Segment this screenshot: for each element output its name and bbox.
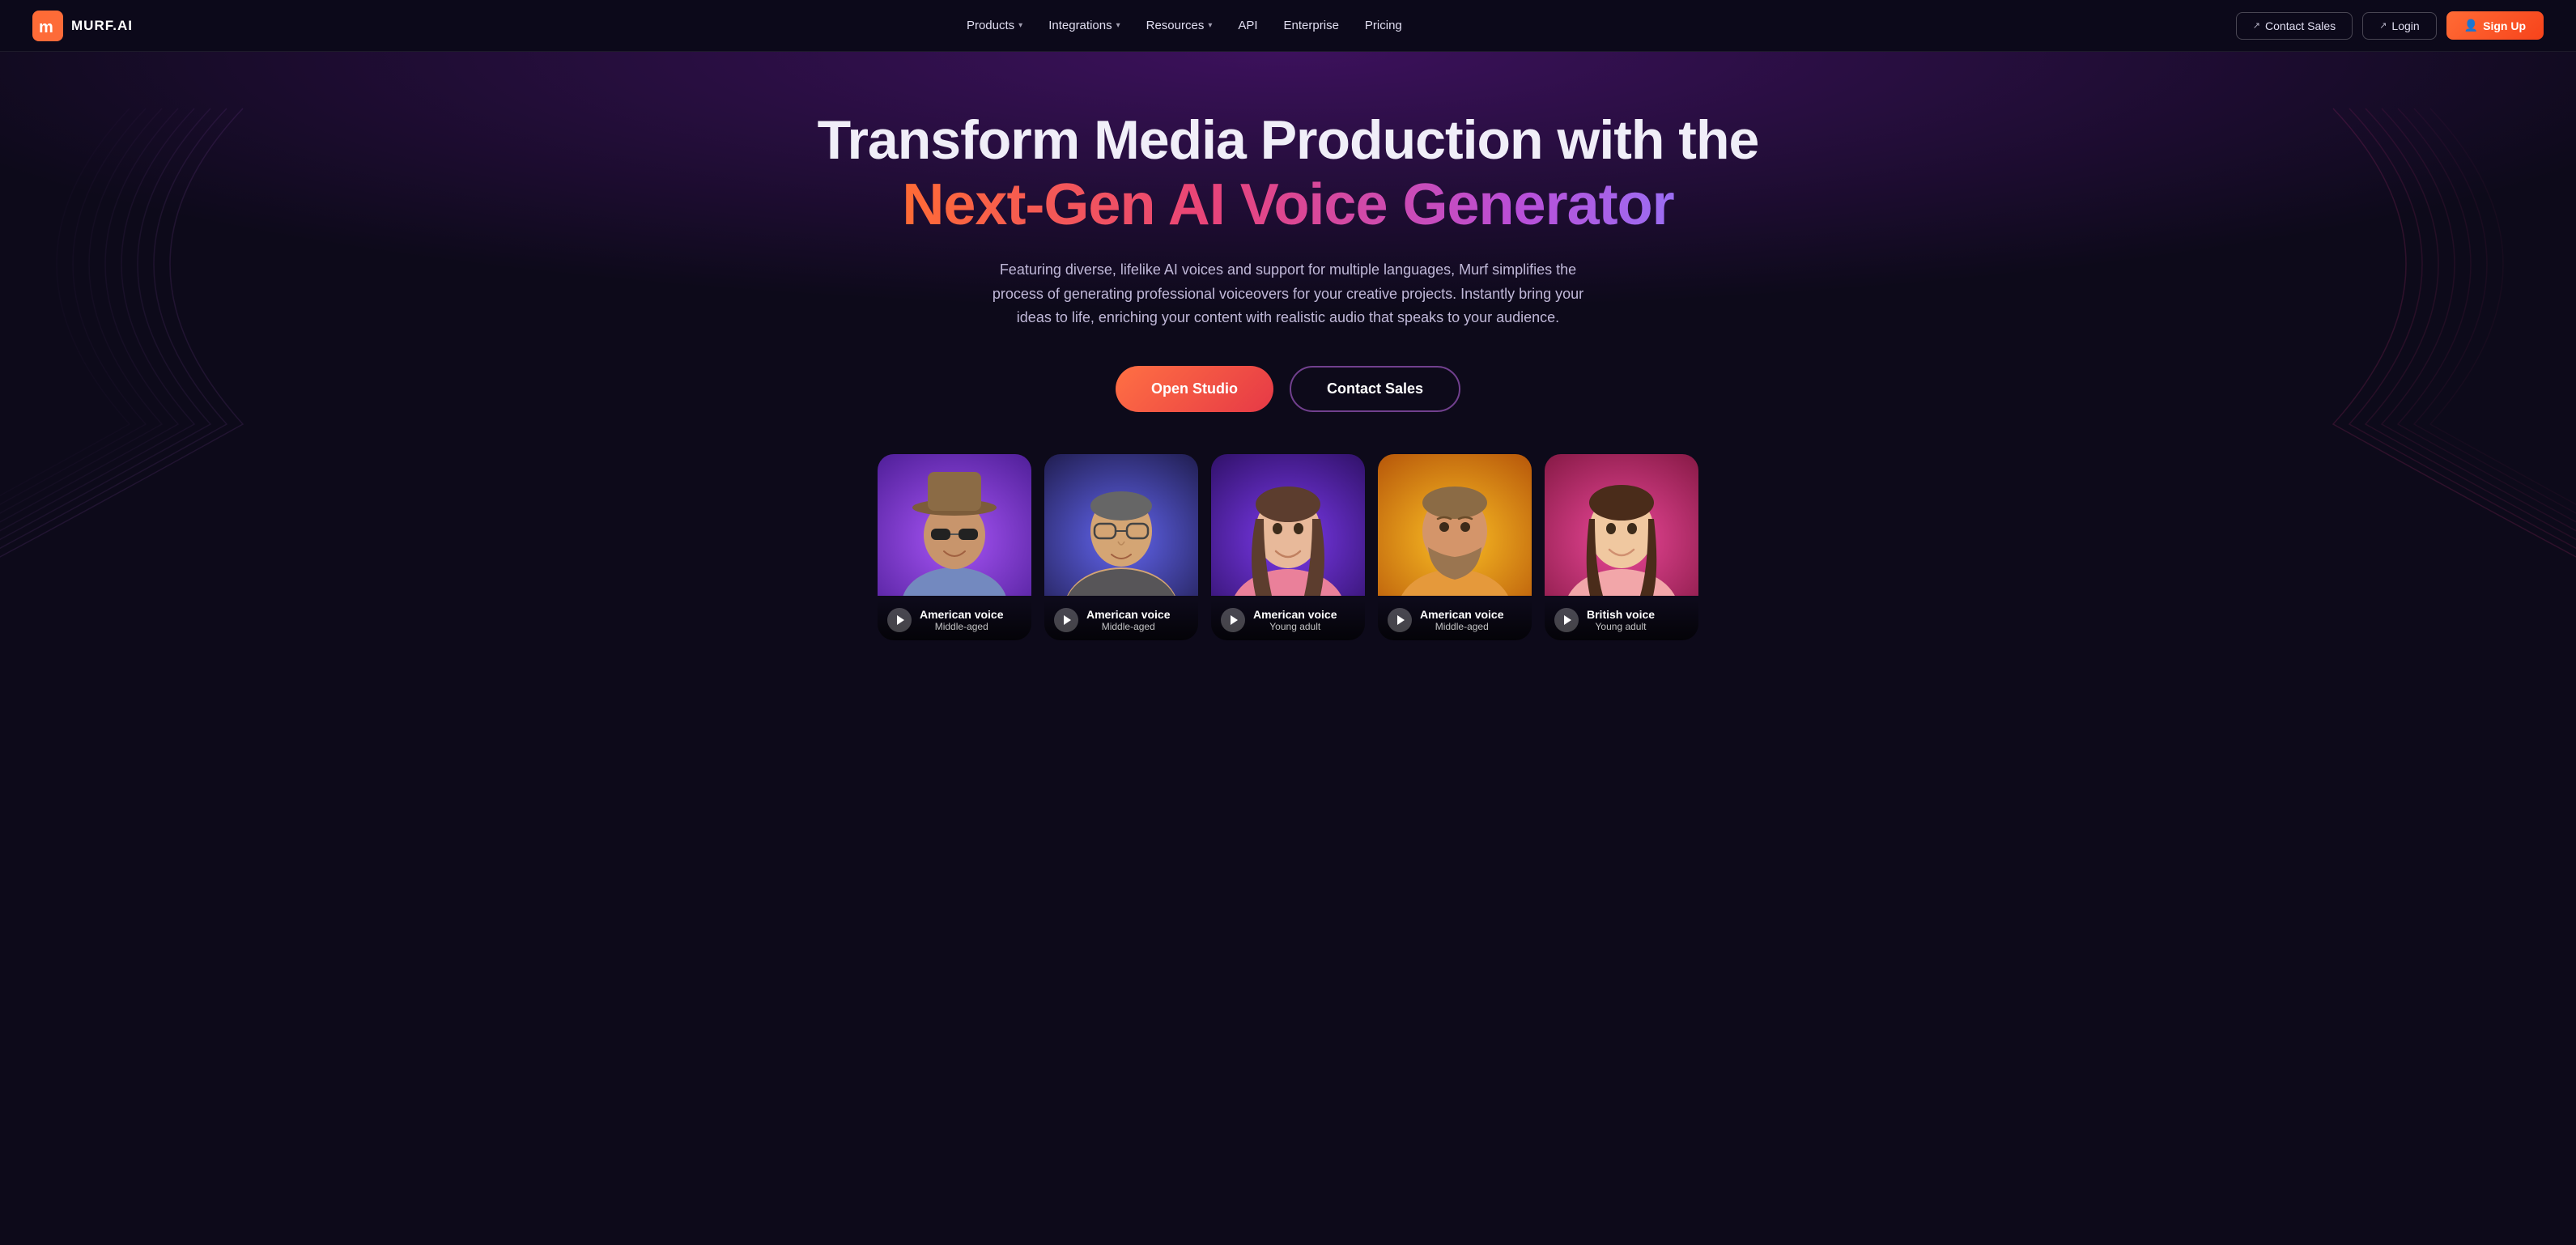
nav-link-products[interactable]: Products▾ xyxy=(967,19,1022,32)
play-button-3[interactable] xyxy=(1221,608,1245,632)
hero-title-white: Transform Media Production with the xyxy=(818,109,1759,171)
chevron-down-icon: ▾ xyxy=(1208,21,1212,30)
card-avatar-1 xyxy=(878,454,1031,596)
contact-sales-label: Contact Sales xyxy=(2265,19,2336,32)
contact-sales-button[interactable]: ↗ Contact Sales xyxy=(2236,12,2353,40)
nav-link-api[interactable]: API xyxy=(1238,19,1257,32)
murf-logo-icon: m xyxy=(32,11,63,41)
card-voice-age-3: Young adult xyxy=(1253,621,1337,632)
voice-cards-container: American voice Middle-aged xyxy=(16,454,2560,640)
play-button-1[interactable] xyxy=(887,608,912,632)
card-voice-age-2: Middle-aged xyxy=(1086,621,1171,632)
card-avatar-5 xyxy=(1545,454,1698,596)
logo[interactable]: m MURF.AI xyxy=(32,11,133,41)
nav-link-integrations[interactable]: Integrations▾ xyxy=(1048,19,1120,32)
card-voice-age-1: Middle-aged xyxy=(920,621,1004,632)
play-button-4[interactable] xyxy=(1388,608,1412,632)
card-voice-type-4: American voice xyxy=(1420,608,1504,621)
card-voice-age-4: Middle-aged xyxy=(1420,621,1504,632)
card-footer-1: American voice Middle-aged xyxy=(878,600,1031,640)
card-info-2: American voice Middle-aged xyxy=(1086,608,1171,632)
card-voice-age-5: Young adult xyxy=(1587,621,1655,632)
card-voice-type-1: American voice xyxy=(920,608,1004,621)
hero-section: Transform Media Production with the Next… xyxy=(0,52,2576,667)
contact-sales-hero-button[interactable]: Contact Sales xyxy=(1290,366,1460,412)
card-footer-2: American voice Middle-aged xyxy=(1044,600,1198,640)
nav-link-resources[interactable]: Resources▾ xyxy=(1146,19,1213,32)
hero-title: Transform Media Production with the Next… xyxy=(16,108,2560,239)
hero-cta: Open Studio Contact Sales xyxy=(16,366,2560,412)
login-label: Login xyxy=(2391,19,2419,32)
voice-card-4: American voice Middle-aged xyxy=(1378,454,1532,640)
play-button-2[interactable] xyxy=(1054,608,1078,632)
nav-actions: ↗ Contact Sales ↗ Login 👤 Sign Up xyxy=(2236,11,2544,40)
voice-card-1: American voice Middle-aged xyxy=(878,454,1031,640)
card-avatar-2 xyxy=(1044,454,1198,596)
open-studio-button[interactable]: Open Studio xyxy=(1116,366,1273,412)
card-avatar-4 xyxy=(1378,454,1532,596)
voice-card-3: American voice Young adult xyxy=(1211,454,1365,640)
play-icon-5 xyxy=(1564,615,1571,625)
play-button-5[interactable] xyxy=(1554,608,1579,632)
signup-label: Sign Up xyxy=(2483,19,2526,32)
nav-link-enterprise[interactable]: Enterprise xyxy=(1284,19,1339,32)
signup-button[interactable]: 👤 Sign Up xyxy=(2446,11,2544,40)
card-info-5: British voice Young adult xyxy=(1587,608,1655,632)
play-icon-4 xyxy=(1397,615,1405,625)
hero-title-gradient: Next-Gen AI Voice Generator xyxy=(902,172,1673,237)
nav-links: Products▾ Integrations▾ Resources▾ API Enter… xyxy=(967,19,1402,32)
chevron-down-icon: ▾ xyxy=(1116,21,1120,30)
voice-card-2: American voice Middle-aged xyxy=(1044,454,1198,640)
svg-text:m: m xyxy=(39,19,53,36)
card-info-3: American voice Young adult xyxy=(1253,608,1337,632)
login-button[interactable]: ↗ Login xyxy=(2362,12,2436,40)
play-icon-1 xyxy=(897,615,904,625)
navbar: m MURF.AI Products▾ Integrations▾ Resource… xyxy=(0,0,2576,52)
card-voice-type-3: American voice xyxy=(1253,608,1337,621)
card-info-1: American voice Middle-aged xyxy=(920,608,1004,632)
brand-name: MURF.AI xyxy=(71,18,133,34)
user-icon: 👤 xyxy=(2464,19,2478,32)
login-arrow-icon: ↗ xyxy=(2379,20,2387,31)
card-voice-type-5: British voice xyxy=(1587,608,1655,621)
external-link-icon: ↗ xyxy=(2253,20,2260,31)
nav-link-pricing[interactable]: Pricing xyxy=(1365,19,1402,32)
play-icon-3 xyxy=(1231,615,1238,625)
card-footer-3: American voice Young adult xyxy=(1211,600,1365,640)
voice-card-5: British voice Young adult xyxy=(1545,454,1698,640)
chevron-down-icon: ▾ xyxy=(1018,21,1022,30)
play-icon-2 xyxy=(1064,615,1071,625)
card-voice-type-2: American voice xyxy=(1086,608,1171,621)
card-footer-4: American voice Middle-aged xyxy=(1378,600,1532,640)
card-footer-5: British voice Young adult xyxy=(1545,600,1698,640)
hero-subtitle: Featuring diverse, lifelike AI voices an… xyxy=(980,258,1596,330)
card-info-4: American voice Middle-aged xyxy=(1420,608,1504,632)
card-avatar-3 xyxy=(1211,454,1365,596)
